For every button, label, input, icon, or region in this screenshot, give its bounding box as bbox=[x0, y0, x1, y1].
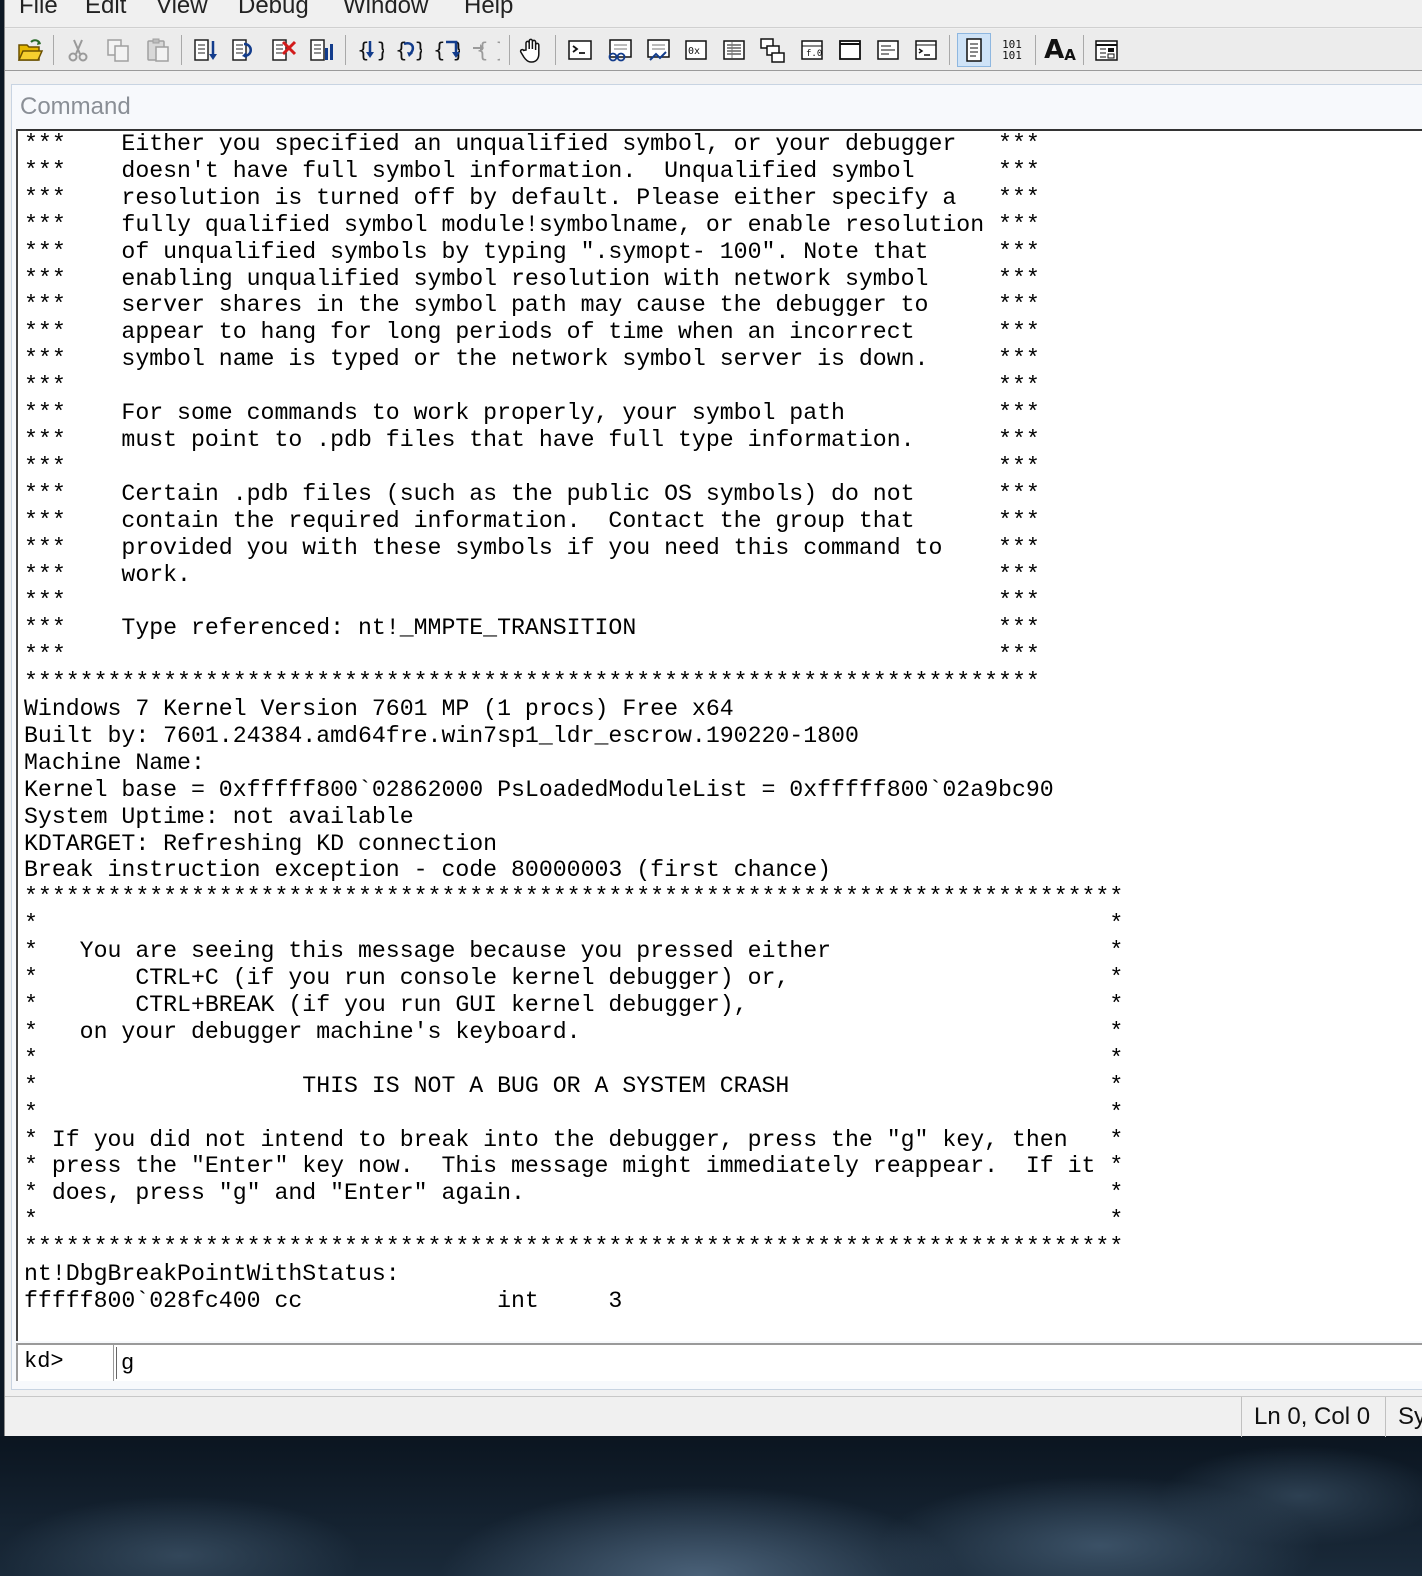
font-icon[interactable]: AA bbox=[1043, 33, 1077, 67]
break-icon[interactable] bbox=[305, 33, 339, 67]
output-line: *** Certain .pdb files (such as the publ… bbox=[24, 480, 1040, 507]
output-line: ****************************************… bbox=[24, 1234, 1124, 1261]
status-line-col: Ln 0, Col 0 bbox=[1241, 1397, 1381, 1437]
hex-mode-icon[interactable]: 101 101 bbox=[995, 33, 1029, 67]
svg-text:{ }: { } bbox=[395, 38, 422, 62]
output-line: Break instruction exception - code 80000… bbox=[24, 857, 832, 884]
scratch-pad-icon[interactable] bbox=[833, 33, 867, 67]
output-line: * If you did not intend to break into th… bbox=[24, 1126, 1124, 1153]
output-line: *** resolution is turned off by default.… bbox=[24, 184, 1040, 211]
output-line: *** *** bbox=[24, 453, 1040, 480]
output-line: *** contain the required information. Co… bbox=[24, 507, 1040, 534]
output-line: *** must point to .pdb files that have f… bbox=[24, 426, 1040, 453]
output-line: ****************************************… bbox=[24, 884, 1124, 911]
source-mode-icon[interactable] bbox=[957, 33, 991, 67]
command-window-icon[interactable] bbox=[563, 33, 597, 67]
command-prompt: kd> bbox=[18, 1345, 114, 1381]
paste-icon[interactable] bbox=[141, 33, 175, 67]
output-line: KDTARGET: Refreshing KD connection bbox=[24, 830, 498, 857]
hex-mode-glyph: 101 101 bbox=[1002, 38, 1022, 62]
menu-bar: File Edit View Debug Window Help bbox=[5, 0, 1422, 28]
output-line: fffff800`028fc400 cc int 3 bbox=[24, 1287, 623, 1314]
open-icon[interactable] bbox=[13, 33, 47, 67]
output-line: *** of unqualified symbols by typing ".s… bbox=[24, 238, 1040, 265]
desktop-background bbox=[0, 1436, 1422, 1576]
source-step-over-icon[interactable]: { } bbox=[391, 33, 425, 67]
options-icon[interactable] bbox=[1089, 33, 1123, 67]
output-line: *** *** bbox=[24, 373, 1040, 400]
hand-icon[interactable] bbox=[515, 33, 549, 67]
output-line: *** *** bbox=[24, 642, 1040, 669]
output-line: * * bbox=[24, 1045, 1124, 1072]
stop-icon[interactable] bbox=[267, 33, 301, 67]
panel-title: Command bbox=[20, 93, 131, 120]
cut-icon[interactable] bbox=[61, 33, 95, 67]
output-line: * press the "Enter" key now. This messag… bbox=[24, 1153, 1124, 1180]
watch-icon[interactable] bbox=[603, 33, 637, 67]
output-line: *** Either you specified an unqualified … bbox=[24, 131, 1040, 157]
output-line: Built by: 7601.24384.amd64fre.win7sp1_ld… bbox=[24, 722, 859, 749]
output-line: *** doesn't have full symbol information… bbox=[24, 157, 1040, 184]
source-step-into-icon[interactable]: { } bbox=[353, 33, 387, 67]
output-line: System Uptime: not available bbox=[24, 803, 414, 830]
font-glyph-big: A bbox=[1044, 35, 1065, 65]
menu-help[interactable]: Help bbox=[464, 0, 513, 20]
registers-icon[interactable]: 0x bbox=[679, 33, 713, 67]
step-out-icon[interactable]: { } bbox=[429, 33, 463, 67]
svg-text:f.0: f.0 bbox=[806, 49, 822, 59]
svg-text:{ }: { } bbox=[476, 38, 500, 62]
menu-file[interactable]: File bbox=[19, 0, 58, 20]
output-line: *** appear to hang for long periods of t… bbox=[24, 319, 1040, 346]
output-line: * does, press "g" and "Enter" again. * bbox=[24, 1180, 1124, 1207]
status-bar: Ln 0, Col 0 Sy bbox=[5, 1396, 1422, 1437]
output-line: nt!DbgBreakPointWithStatus: bbox=[24, 1261, 400, 1288]
font-glyph-small: A bbox=[1064, 46, 1076, 64]
menu-debug[interactable]: Debug bbox=[238, 0, 309, 20]
run-to-cursor-icon[interactable]: { } bbox=[469, 33, 503, 67]
menu-edit[interactable]: Edit bbox=[85, 0, 126, 20]
output-line: * * bbox=[24, 1099, 1124, 1126]
output-line: *** provided you with these symbols if y… bbox=[24, 534, 1040, 561]
output-line: * on your debugger machine's keyboard. * bbox=[24, 1018, 1124, 1045]
output-line: * CTRL+BREAK (if you run GUI kernel debu… bbox=[24, 992, 1124, 1018]
menu-view[interactable]: View bbox=[156, 0, 208, 20]
command-browser-icon[interactable] bbox=[909, 33, 943, 67]
menu-window[interactable]: Window bbox=[343, 0, 428, 20]
copy-icon[interactable] bbox=[101, 33, 135, 67]
output-line: *** enabling unqualified symbol resoluti… bbox=[24, 265, 1040, 292]
command-panel: Command *** Either you specified an unqu… bbox=[11, 84, 1422, 1390]
output-line: *** For some commands to work properly, … bbox=[24, 400, 1040, 427]
output-line: *** server shares in the symbol path may… bbox=[24, 292, 1040, 319]
output-line: * You are seeing this message because yo… bbox=[24, 938, 1124, 965]
output-line: *** *** bbox=[24, 588, 1040, 615]
windbg-window: File Edit View Debug Window Help {{{{… bbox=[4, 0, 1422, 1437]
status-next-cell: Sy bbox=[1385, 1397, 1422, 1437]
output-line: *** fully qualified symbol module!symbol… bbox=[24, 211, 1040, 238]
step-over-icon[interactable] bbox=[227, 33, 261, 67]
processes-icon[interactable] bbox=[871, 33, 905, 67]
svg-text:0x: 0x bbox=[688, 46, 700, 57]
command-output[interactable]: *** Either you specified an unqualified … bbox=[16, 129, 1422, 1341]
memory-icon[interactable] bbox=[717, 33, 751, 67]
command-output-text: *** Either you specified an unqualified … bbox=[18, 131, 1422, 1315]
output-line: ****************************************… bbox=[24, 669, 1040, 696]
output-line: Windows 7 Kernel Version 7601 MP (1 proc… bbox=[24, 696, 734, 723]
output-line: *** work. *** bbox=[24, 561, 1040, 588]
output-line: * * bbox=[24, 911, 1124, 938]
command-input[interactable] bbox=[116, 1347, 1422, 1379]
output-line: Machine Name: bbox=[24, 749, 205, 776]
output-line: *** Type referenced: nt!_MMPTE_TRANSITIO… bbox=[24, 615, 1040, 642]
output-line: * * bbox=[24, 1207, 1124, 1234]
output-line: * THIS IS NOT A BUG OR A SYSTEM CRASH * bbox=[24, 1072, 1124, 1099]
toolbar: { } { } { } { } 0x bbox=[5, 29, 1422, 71]
output-line: Kernel base = 0xfffff800`02862000 PsLoad… bbox=[24, 776, 1054, 803]
command-input-row: kd> bbox=[16, 1343, 1422, 1381]
call-stack-icon[interactable] bbox=[755, 33, 789, 67]
output-line: * CTRL+C (if you run console kernel debu… bbox=[24, 965, 1124, 992]
locals-icon[interactable] bbox=[641, 33, 675, 67]
step-into-icon[interactable] bbox=[189, 33, 223, 67]
output-line: *** symbol name is typed or the network … bbox=[24, 346, 1040, 373]
disassembly-icon[interactable]: f.0 bbox=[795, 33, 829, 67]
